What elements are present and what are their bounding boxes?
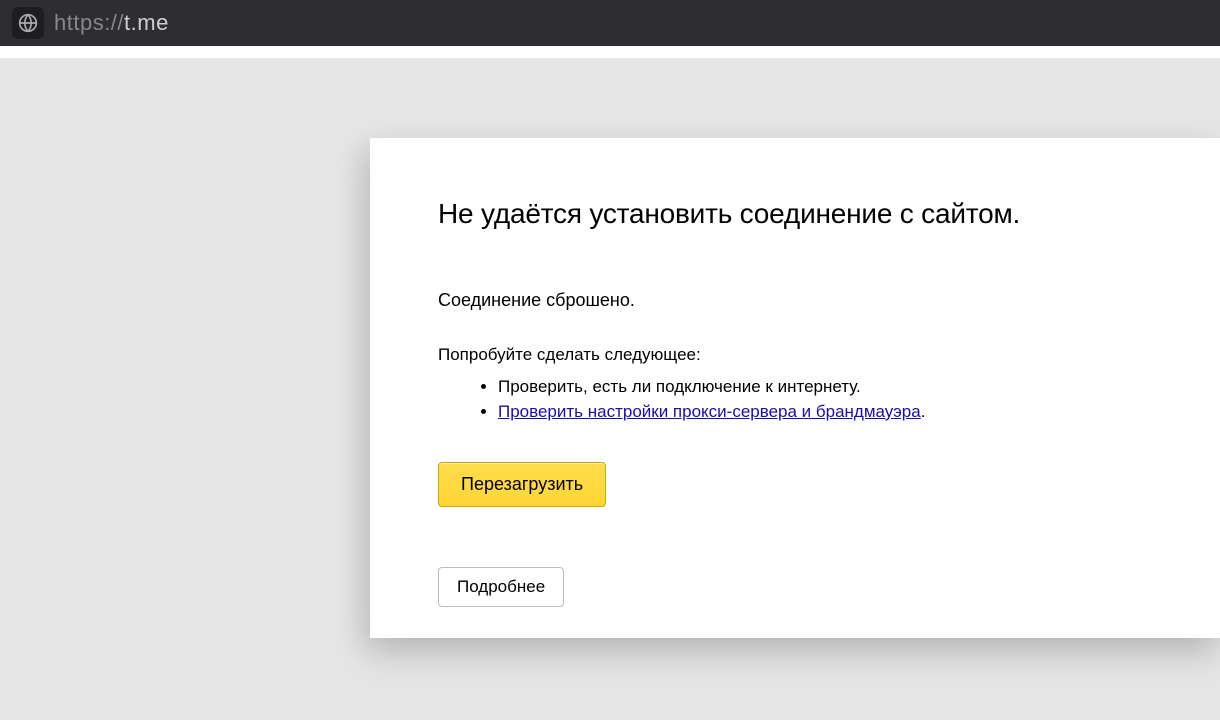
address-bar[interactable]: https://t.me: [0, 0, 1220, 46]
list-item: Проверить настройки прокси-сервера и бра…: [498, 400, 1160, 425]
list-item: Проверить, есть ли подключение к интерне…: [498, 375, 1160, 400]
url-scheme: https://: [54, 10, 124, 35]
error-subtitle: Соединение сброшено.: [438, 290, 1160, 311]
reload-button[interactable]: Перезагрузить: [438, 462, 606, 507]
url-host: t.me: [124, 10, 169, 35]
top-strip: [0, 46, 1220, 58]
error-instructions: Попробуйте сделать следующее:: [438, 345, 1160, 365]
list-item-suffix: .: [921, 402, 926, 421]
site-info-button[interactable]: [12, 7, 44, 39]
globe-icon: [18, 13, 38, 33]
content-area: Не удаётся установить соединение с сайто…: [0, 58, 1220, 720]
error-title: Не удаётся установить соединение с сайто…: [438, 198, 1160, 230]
error-card: Не удаётся установить соединение с сайто…: [370, 138, 1220, 638]
url-display[interactable]: https://t.me: [54, 10, 169, 36]
details-button[interactable]: Подробнее: [438, 567, 564, 607]
proxy-firewall-link[interactable]: Проверить настройки прокси-сервера и бра…: [498, 402, 921, 421]
error-list: Проверить, есть ли подключение к интерне…: [438, 375, 1160, 424]
